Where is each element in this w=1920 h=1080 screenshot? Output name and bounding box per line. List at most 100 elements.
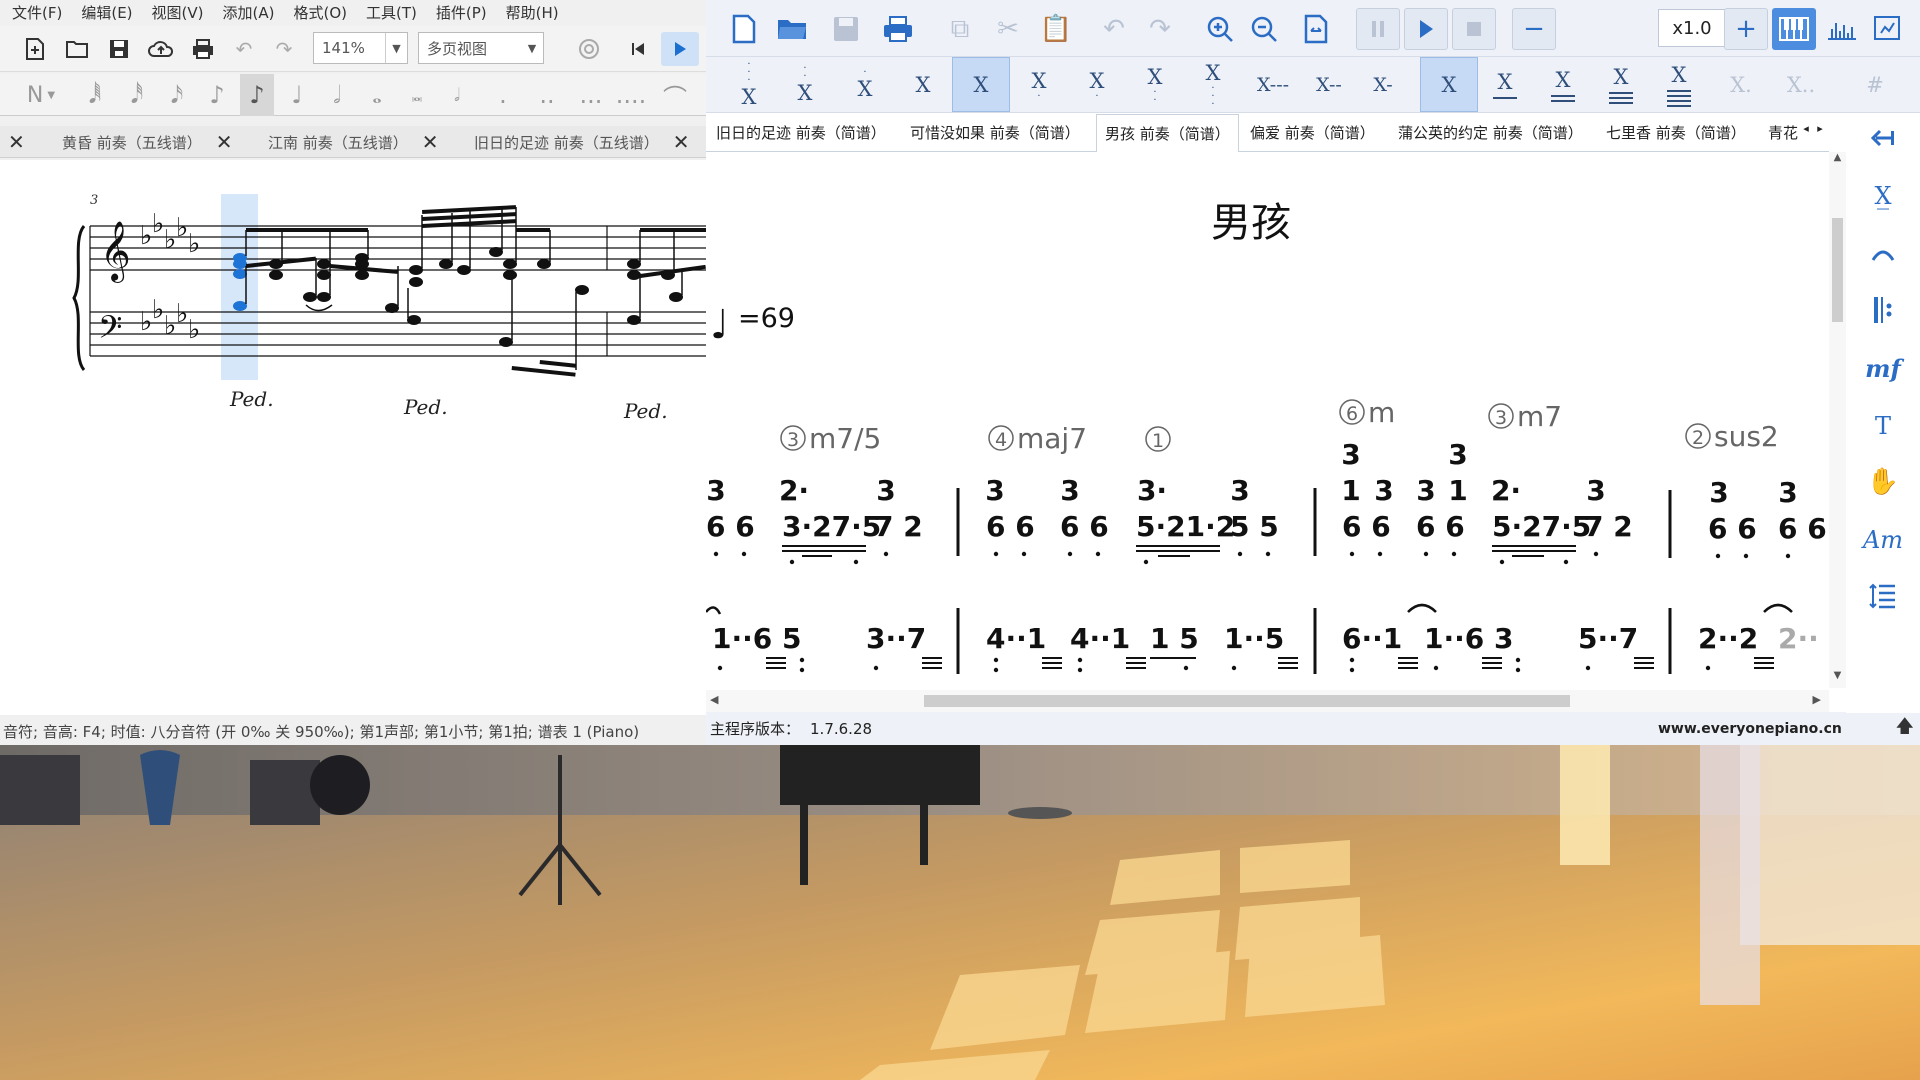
waterfall-view-icon[interactable] bbox=[1820, 8, 1864, 50]
chevron-left-icon[interactable]: ◂ bbox=[1799, 122, 1813, 142]
slur-icon[interactable] bbox=[1846, 233, 1920, 275]
keyboard-view-icon[interactable] bbox=[1772, 8, 1816, 50]
text-button[interactable]: T bbox=[1846, 405, 1920, 447]
horizontal-scrollbar[interactable]: ◀ ▶ bbox=[706, 690, 1829, 712]
note-input-mode-icon[interactable]: N ▼ bbox=[18, 74, 64, 116]
note-breve-icon[interactable]: 𝅜 bbox=[400, 74, 434, 116]
save-icon[interactable] bbox=[104, 34, 134, 64]
dur-64th[interactable]: X bbox=[1650, 57, 1708, 112]
dot-icon[interactable]: . bbox=[486, 74, 520, 116]
note-quarter-icon[interactable]: ♩ bbox=[280, 74, 314, 116]
dur-dotted[interactable]: X. bbox=[1712, 57, 1770, 112]
stop-icon[interactable] bbox=[1452, 8, 1496, 50]
quad-dot-icon[interactable]: .... bbox=[614, 74, 648, 116]
double-dot-icon[interactable]: .. bbox=[530, 74, 564, 116]
pause-icon[interactable] bbox=[1356, 8, 1400, 50]
scroll-thumb[interactable] bbox=[1832, 218, 1843, 322]
menu-help[interactable]: 帮助(H) bbox=[506, 2, 559, 23]
tab-qinghua-jianpu[interactable]: 青花 bbox=[1768, 114, 1798, 151]
tab-huanghun[interactable]: 黄昏 前奏（五线谱） ✕ bbox=[62, 126, 233, 158]
menu-format[interactable]: 格式(O) bbox=[293, 2, 347, 23]
dur-double-dot-above[interactable]: · · · X bbox=[720, 57, 778, 112]
dur-quarter-plain[interactable]: X bbox=[1420, 57, 1478, 112]
sharp-icon[interactable]: # bbox=[1846, 57, 1904, 112]
play-icon[interactable] bbox=[661, 32, 699, 66]
chord-button[interactable]: Am bbox=[1846, 519, 1920, 561]
zoom-out-icon[interactable] bbox=[1242, 8, 1286, 50]
paste-icon[interactable]: 📋 bbox=[1034, 8, 1078, 50]
dur-32nd[interactable]: X bbox=[1592, 57, 1650, 112]
open-folder-icon[interactable] bbox=[770, 8, 814, 50]
speed-down-icon[interactable]: − bbox=[1512, 8, 1556, 50]
website-link[interactable]: www.everyonepiano.cn bbox=[1658, 721, 1842, 737]
new-file-icon[interactable] bbox=[722, 8, 766, 50]
tab-nanhai-jianpu[interactable]: 男孩 前奏（简谱） bbox=[1096, 114, 1239, 152]
cut-icon[interactable]: ✂ bbox=[986, 8, 1030, 50]
dur-triple-dot-below[interactable]: X · · · bbox=[1184, 57, 1242, 112]
scroll-thumb[interactable] bbox=[924, 695, 1570, 707]
line-spacing-icon[interactable] bbox=[1846, 575, 1920, 617]
close-icon[interactable]: ✕ bbox=[422, 130, 439, 154]
chevron-down-icon[interactable]: ▼ bbox=[385, 33, 407, 63]
tab-jiuri-jianpu[interactable]: 旧日的足迹 前奏（简谱） bbox=[716, 114, 886, 151]
note-32nd-icon[interactable]: 𝅘𝅥𝅰 bbox=[120, 74, 154, 116]
menu-edit[interactable]: 编辑(E) bbox=[81, 2, 132, 23]
chevron-down-icon[interactable]: ▼ bbox=[1829, 670, 1846, 688]
tab-qilixiang-jianpu[interactable]: 七里香 前奏（简谱） bbox=[1606, 114, 1746, 151]
dur-double-dot-below[interactable]: X · · bbox=[1126, 57, 1184, 112]
redo-icon[interactable]: ↷ bbox=[269, 34, 299, 64]
zoom-in-icon[interactable] bbox=[1198, 8, 1242, 50]
save-icon[interactable] bbox=[824, 8, 868, 50]
note-8th-selected-icon[interactable]: ♪ bbox=[240, 74, 274, 116]
close-icon[interactable]: ✕ bbox=[673, 130, 690, 154]
zoom-combo[interactable]: 141% ▼ bbox=[313, 32, 408, 64]
note-16th-icon[interactable]: 𝅘𝅥𝅯 bbox=[160, 74, 194, 116]
note-whole-icon[interactable]: 𝅝 bbox=[360, 74, 394, 116]
dur-dot-below-2[interactable]: X · bbox=[1068, 57, 1126, 112]
repeat-icon[interactable] bbox=[1846, 289, 1920, 331]
close-all-icon[interactable]: ✕ bbox=[8, 126, 25, 158]
speed-value[interactable]: x1.0 bbox=[1658, 9, 1726, 47]
menu-add[interactable]: 添加(A) bbox=[223, 2, 275, 23]
menu-plugins[interactable]: 插件(P) bbox=[436, 2, 487, 23]
vertical-scrollbar[interactable]: ▲ ▼ bbox=[1829, 152, 1846, 688]
note-8th-icon[interactable]: ♪ bbox=[200, 74, 234, 116]
chevron-down-icon[interactable]: ▼ bbox=[521, 33, 543, 63]
triple-dot-icon[interactable]: ... bbox=[574, 74, 608, 116]
close-icon[interactable]: ✕ bbox=[216, 130, 233, 154]
tie-icon[interactable]: ⌒ bbox=[658, 74, 692, 116]
tab-kexi-jianpu[interactable]: 可惜没如果 前奏（简谱） bbox=[910, 114, 1080, 151]
x-dot-icon[interactable]: X̲ bbox=[1846, 175, 1920, 217]
note-half-icon[interactable]: 𝅗𝅥 bbox=[320, 74, 354, 116]
settings-view-icon[interactable] bbox=[1866, 8, 1910, 50]
menu-view[interactable]: 视图(V) bbox=[152, 2, 204, 23]
dur-half-dotted[interactable]: X-- bbox=[1300, 57, 1358, 112]
dur-dot-below[interactable]: X · bbox=[1010, 57, 1068, 112]
new-file-icon[interactable] bbox=[20, 34, 50, 64]
tab-jiangnan[interactable]: 江南 前奏（五线谱） ✕ bbox=[268, 126, 439, 158]
note-64th-icon[interactable]: 𝅘𝅥𝅱 bbox=[78, 74, 112, 116]
print-icon[interactable] bbox=[188, 34, 218, 64]
cloud-upload-icon[interactable] bbox=[146, 34, 176, 64]
chevron-right-icon[interactable]: ▸ bbox=[1813, 122, 1827, 142]
fit-page-icon[interactable] bbox=[1294, 8, 1338, 50]
note-longa-icon[interactable]: 𝅗𝅥 bbox=[440, 74, 474, 116]
dur-whole[interactable]: X--- bbox=[1244, 57, 1302, 112]
speed-up-icon[interactable]: + bbox=[1724, 8, 1768, 50]
menu-file[interactable]: 文件(F) bbox=[12, 2, 62, 23]
jianpu-score-canvas[interactable]: 男孩 ♩ =69 3 m7/5 4 maj7 1 6 m 3 m7 2 sus2… bbox=[706, 152, 1829, 688]
chevron-right-icon[interactable]: ▶ bbox=[1813, 693, 1821, 706]
chevron-up-icon[interactable]: ▲ bbox=[1829, 152, 1846, 170]
copy-icon[interactable]: ⧉ bbox=[938, 8, 982, 50]
staff-score-canvas[interactable]: 3 𝄞 𝄢 ♭ ♭ ♭ ♭ ♭ ♭ ♭ ♭ ♭ ♭ Ped. Ped. Ped. bbox=[0, 160, 706, 715]
dur-quarter[interactable]: X bbox=[952, 57, 1010, 112]
dur-double-dotted[interactable]: X.. bbox=[1772, 57, 1830, 112]
menu-tools[interactable]: 工具(T) bbox=[366, 2, 417, 23]
dur-half[interactable]: X- bbox=[1354, 57, 1412, 112]
open-folder-icon[interactable] bbox=[62, 34, 92, 64]
redo-icon[interactable]: ↷ bbox=[1138, 8, 1182, 50]
view-mode-combo[interactable]: 多页视图 ▼ bbox=[418, 32, 544, 64]
rewind-icon[interactable] bbox=[623, 34, 653, 64]
dur-dot-above[interactable]: · · X bbox=[776, 57, 834, 112]
play-icon[interactable] bbox=[1404, 8, 1448, 50]
